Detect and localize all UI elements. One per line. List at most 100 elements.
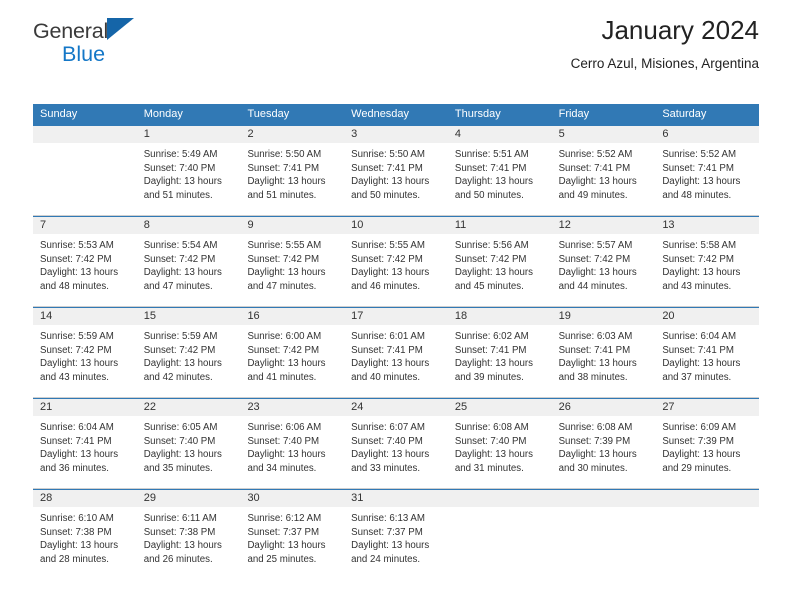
daylight-text-line2: and 44 minutes. <box>558 280 628 292</box>
day-number: 12 <box>558 219 571 231</box>
day-number: 3 <box>351 128 358 140</box>
daylight-text-line2: and 37 minutes. <box>662 371 732 383</box>
sunrise-text: Sunrise: 6:03 AM <box>558 331 633 342</box>
week-row: 1 2 3 4 5 6 Sunrise: 5:49 AM Sunset: 7:4… <box>33 125 759 216</box>
day-cell[interactable] <box>448 507 552 579</box>
day-cell[interactable]: Sunrise: 6:05 AM Sunset: 7:40 PM Dayligh… <box>137 416 241 488</box>
day-number: 27 <box>662 401 675 413</box>
day-number: 16 <box>247 310 260 322</box>
sunset-text: Sunset: 7:39 PM <box>662 435 734 447</box>
day-number: 26 <box>558 401 571 413</box>
daylight-text-line1: Daylight: 13 hours <box>40 540 119 552</box>
day-cell[interactable]: Sunrise: 5:52 AM Sunset: 7:41 PM Dayligh… <box>552 143 656 215</box>
day-number: 2 <box>247 128 254 140</box>
day-cell[interactable]: Sunrise: 5:59 AM Sunset: 7:42 PM Dayligh… <box>33 325 137 397</box>
day-cell[interactable]: Sunrise: 6:04 AM Sunset: 7:41 PM Dayligh… <box>33 416 137 488</box>
day-cell[interactable]: Sunrise: 5:50 AM Sunset: 7:41 PM Dayligh… <box>344 143 448 215</box>
sunrise-text: Sunrise: 6:09 AM <box>662 422 737 433</box>
daylight-text-line1: Daylight: 13 hours <box>558 267 637 279</box>
day-cell[interactable]: Sunrise: 5:52 AM Sunset: 7:41 PM Dayligh… <box>655 143 759 215</box>
daylight-text-line2: and 45 minutes. <box>454 280 524 292</box>
sunrise-text: Sunrise: 6:04 AM <box>662 331 737 342</box>
sunrise-text: Sunrise: 6:02 AM <box>454 331 529 342</box>
day-number: 31 <box>351 492 364 504</box>
day-number: 6 <box>662 128 669 140</box>
day-cell[interactable]: Sunrise: 6:11 AM Sunset: 7:38 PM Dayligh… <box>137 507 241 579</box>
day-cell[interactable]: Sunrise: 5:53 AM Sunset: 7:42 PM Dayligh… <box>33 234 137 306</box>
day-number: 7 <box>40 219 47 231</box>
day-cell[interactable]: Sunrise: 6:01 AM Sunset: 7:41 PM Dayligh… <box>344 325 448 397</box>
day-cell[interactable]: Sunrise: 6:03 AM Sunset: 7:41 PM Dayligh… <box>552 325 656 397</box>
day-cell[interactable]: Sunrise: 6:00 AM Sunset: 7:42 PM Dayligh… <box>240 325 344 397</box>
daylight-text-line2: and 31 minutes. <box>454 462 524 474</box>
daylight-text-line1: Daylight: 13 hours <box>247 358 326 370</box>
sunrise-text: Sunrise: 6:01 AM <box>351 331 425 342</box>
day-cell[interactable]: Sunrise: 6:07 AM Sunset: 7:40 PM Dayligh… <box>344 416 448 488</box>
week-detail-band: Sunrise: 5:49 AM Sunset: 7:40 PM Dayligh… <box>33 143 759 215</box>
sunrise-text: Sunrise: 5:55 AM <box>351 240 425 251</box>
daylight-text-line2: and 51 minutes. <box>247 189 317 201</box>
sunset-text: Sunset: 7:42 PM <box>662 253 734 265</box>
sunset-text: Sunset: 7:41 PM <box>558 344 631 356</box>
daylight-text-line1: Daylight: 13 hours <box>558 176 637 188</box>
day-cell[interactable]: Sunrise: 5:50 AM Sunset: 7:41 PM Dayligh… <box>240 143 344 215</box>
day-cell[interactable]: Sunrise: 6:06 AM Sunset: 7:40 PM Dayligh… <box>240 416 344 488</box>
sunset-text: Sunset: 7:40 PM <box>351 435 423 447</box>
day-cell[interactable]: Sunrise: 5:51 AM Sunset: 7:41 PM Dayligh… <box>448 143 552 215</box>
logo-text-general: General <box>33 19 109 43</box>
day-number <box>448 490 552 507</box>
daylight-text-line2: and 43 minutes. <box>662 280 732 292</box>
weekday-thursday: Thursday <box>454 108 501 120</box>
day-cell[interactable]: Sunrise: 6:04 AM Sunset: 7:41 PM Dayligh… <box>655 325 759 397</box>
sunset-text: Sunset: 7:41 PM <box>558 162 631 174</box>
daylight-text-line1: Daylight: 13 hours <box>558 358 637 370</box>
day-cell[interactable]: Sunrise: 5:59 AM Sunset: 7:42 PM Dayligh… <box>137 325 241 397</box>
day-cell[interactable]: Sunrise: 5:56 AM Sunset: 7:42 PM Dayligh… <box>448 234 552 306</box>
sunset-text: Sunset: 7:41 PM <box>454 162 527 174</box>
daylight-text-line1: Daylight: 13 hours <box>247 449 326 461</box>
day-cell[interactable]: Sunrise: 6:13 AM Sunset: 7:37 PM Dayligh… <box>344 507 448 579</box>
day-cell[interactable]: Sunrise: 6:09 AM Sunset: 7:39 PM Dayligh… <box>655 416 759 488</box>
weekday-friday: Friday <box>558 108 590 120</box>
day-cell[interactable]: Sunrise: 5:58 AM Sunset: 7:42 PM Dayligh… <box>655 234 759 306</box>
sunset-text: Sunset: 7:42 PM <box>454 253 527 265</box>
sunrise-text: Sunrise: 5:59 AM <box>40 331 114 342</box>
week-row: 14 15 16 17 18 19 20 Sunrise: 5:59 AM Su… <box>33 307 759 398</box>
day-cell[interactable]: Sunrise: 5:55 AM Sunset: 7:42 PM Dayligh… <box>344 234 448 306</box>
weekday-wednesday: Wednesday <box>351 108 410 120</box>
day-cell[interactable]: Sunrise: 5:54 AM Sunset: 7:42 PM Dayligh… <box>137 234 241 306</box>
general-blue-logo[interactable]: General Blue <box>33 18 213 74</box>
day-cell[interactable] <box>552 507 656 579</box>
day-cell[interactable] <box>655 507 759 579</box>
daylight-text-line1: Daylight: 13 hours <box>351 540 430 552</box>
sunset-text: Sunset: 7:42 PM <box>40 253 112 265</box>
day-number: 28 <box>40 492 53 504</box>
sunset-text: Sunset: 7:38 PM <box>40 526 112 538</box>
day-cell[interactable]: Sunrise: 6:08 AM Sunset: 7:39 PM Dayligh… <box>552 416 656 488</box>
day-number: 11 <box>454 219 467 231</box>
sunset-text: Sunset: 7:42 PM <box>40 344 112 356</box>
day-cell[interactable]: Sunrise: 6:10 AM Sunset: 7:38 PM Dayligh… <box>33 507 137 579</box>
day-cell[interactable]: Sunrise: 6:08 AM Sunset: 7:40 PM Dayligh… <box>448 416 552 488</box>
day-cell[interactable]: Sunrise: 5:55 AM Sunset: 7:42 PM Dayligh… <box>240 234 344 306</box>
daylight-text-line1: Daylight: 13 hours <box>40 449 119 461</box>
day-cell[interactable]: Sunrise: 5:57 AM Sunset: 7:42 PM Dayligh… <box>552 234 656 306</box>
day-cell[interactable]: Sunrise: 5:49 AM Sunset: 7:40 PM Dayligh… <box>137 143 241 215</box>
day-cell[interactable]: Sunrise: 6:12 AM Sunset: 7:37 PM Dayligh… <box>240 507 344 579</box>
week-day-number-band: 14 15 16 17 18 19 20 <box>33 308 759 325</box>
daylight-text-line2: and 43 minutes. <box>40 371 109 383</box>
daylight-text-line1: Daylight: 13 hours <box>40 267 119 279</box>
day-cell[interactable]: Sunrise: 6:02 AM Sunset: 7:41 PM Dayligh… <box>448 325 552 397</box>
daylight-text-line1: Daylight: 13 hours <box>662 267 741 279</box>
sunrise-text: Sunrise: 5:58 AM <box>662 240 737 251</box>
sunrise-text: Sunrise: 6:12 AM <box>247 513 322 524</box>
sunrise-text: Sunrise: 6:08 AM <box>454 422 529 433</box>
sunset-text: Sunset: 7:40 PM <box>143 162 216 174</box>
sunrise-text: Sunrise: 5:52 AM <box>558 149 633 160</box>
sunset-text: Sunset: 7:41 PM <box>351 162 423 174</box>
day-cell[interactable] <box>33 143 137 215</box>
sunset-text: Sunset: 7:41 PM <box>351 344 423 356</box>
daylight-text-line2: and 35 minutes. <box>143 462 213 474</box>
day-number: 23 <box>247 401 260 413</box>
sunset-text: Sunset: 7:41 PM <box>247 162 320 174</box>
